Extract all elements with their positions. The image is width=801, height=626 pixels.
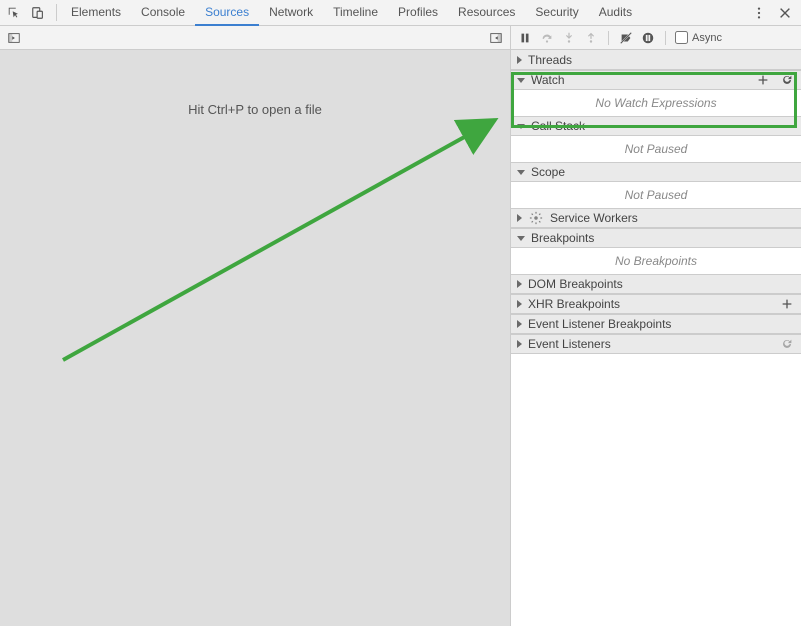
panel-event-listeners[interactable]: Event Listeners xyxy=(511,334,801,354)
status-text: Not Paused xyxy=(625,188,688,202)
panel-breakpoints-body: No Breakpoints xyxy=(511,248,801,274)
panel-threads[interactable]: Threads xyxy=(511,50,801,70)
tab-label: Elements xyxy=(71,5,121,19)
empty-text: No Watch Expressions xyxy=(595,96,716,110)
tab-timeline[interactable]: Timeline xyxy=(323,0,388,26)
panel-event-listener-breakpoints[interactable]: Event Listener Breakpoints xyxy=(511,314,801,334)
divider xyxy=(665,31,666,45)
sidebar-panels: Threads Watch No Watch Expressions Call … xyxy=(511,50,801,626)
editor-toolbar xyxy=(0,26,510,50)
tab-sources[interactable]: Sources xyxy=(195,0,259,26)
panel-service-workers[interactable]: Service Workers xyxy=(511,208,801,228)
expand-icon xyxy=(517,56,522,64)
inspect-element-icon[interactable] xyxy=(6,5,22,21)
panel-title: Call Stack xyxy=(531,119,795,133)
tab-security[interactable]: Security xyxy=(525,0,588,26)
pause-icon[interactable] xyxy=(517,30,533,46)
tab-label: Sources xyxy=(205,5,249,19)
tab-label: Timeline xyxy=(333,5,378,19)
expand-icon xyxy=(517,340,522,348)
panel-breakpoints[interactable]: Breakpoints xyxy=(511,228,801,248)
tab-label: Console xyxy=(141,5,185,19)
close-icon[interactable] xyxy=(777,5,793,21)
panel-dom-breakpoints[interactable]: DOM Breakpoints xyxy=(511,274,801,294)
device-mode-icon[interactable] xyxy=(30,5,46,21)
editor-body: Hit Ctrl+P to open a file xyxy=(0,50,510,626)
tab-label: Audits xyxy=(599,5,632,19)
async-label: Async xyxy=(692,32,722,44)
divider xyxy=(608,31,609,45)
panel-title: Watch xyxy=(531,73,749,87)
panel-watch-body: No Watch Expressions xyxy=(511,90,801,116)
empty-text: No Breakpoints xyxy=(615,254,697,268)
devtools-tabbar: Elements Console Sources Network Timelin… xyxy=(0,0,801,26)
tab-console[interactable]: Console xyxy=(131,0,195,26)
tab-audits[interactable]: Audits xyxy=(589,0,642,26)
divider xyxy=(56,4,57,21)
panel-scope[interactable]: Scope xyxy=(511,162,801,182)
add-watch-icon[interactable] xyxy=(755,72,771,88)
deactivate-breakpoints-icon[interactable] xyxy=(618,30,634,46)
expand-icon xyxy=(517,320,522,328)
open-file-hint: Hit Ctrl+P to open a file xyxy=(188,102,322,626)
pause-on-exceptions-icon[interactable] xyxy=(640,30,656,46)
expand-icon xyxy=(517,280,522,288)
tabbar-right-icons xyxy=(743,0,801,25)
refresh-watch-icon[interactable] xyxy=(779,72,795,88)
tab-label: Profiles xyxy=(398,5,438,19)
tab-resources[interactable]: Resources xyxy=(448,0,525,26)
status-text: Not Paused xyxy=(625,142,688,156)
panel-title: Event Listener Breakpoints xyxy=(528,317,795,331)
tab-label: Security xyxy=(535,5,578,19)
kebab-menu-icon[interactable] xyxy=(751,5,767,21)
collapse-icon xyxy=(517,124,525,129)
expand-icon xyxy=(517,300,522,308)
collapse-icon xyxy=(517,78,525,83)
panel-call-stack-body: Not Paused xyxy=(511,136,801,162)
panel-title: Scope xyxy=(531,165,795,179)
step-into-icon[interactable] xyxy=(561,30,577,46)
expand-icon xyxy=(517,214,522,222)
gear-icon xyxy=(528,210,544,226)
panel-title: Service Workers xyxy=(550,211,795,225)
panel-title: Threads xyxy=(528,53,795,67)
add-xhr-breakpoint-icon[interactable] xyxy=(779,296,795,312)
collapse-icon xyxy=(517,170,525,175)
step-over-icon[interactable] xyxy=(539,30,555,46)
panel-scope-body: Not Paused xyxy=(511,182,801,208)
tab-label: Network xyxy=(269,5,313,19)
panel-title: Event Listeners xyxy=(528,337,773,351)
collapse-icon xyxy=(517,236,525,241)
async-checkbox[interactable]: Async xyxy=(675,31,722,44)
show-debugger-icon[interactable] xyxy=(488,30,504,46)
refresh-event-listeners-icon[interactable] xyxy=(779,336,795,352)
editor-column: Hit Ctrl+P to open a file xyxy=(0,26,511,626)
tab-label: Resources xyxy=(458,5,515,19)
tab-elements[interactable]: Elements xyxy=(61,0,131,26)
debug-toolbar: Async xyxy=(511,26,801,50)
devtools-tabs: Elements Console Sources Network Timelin… xyxy=(61,0,642,25)
step-out-icon[interactable] xyxy=(583,30,599,46)
tab-network[interactable]: Network xyxy=(259,0,323,26)
tab-profiles[interactable]: Profiles xyxy=(388,0,448,26)
panel-call-stack[interactable]: Call Stack xyxy=(511,116,801,136)
panel-title: Breakpoints xyxy=(531,231,795,245)
panel-title: DOM Breakpoints xyxy=(528,277,795,291)
tabbar-left-icons xyxy=(0,0,52,25)
async-checkbox-input[interactable] xyxy=(675,31,688,44)
panel-xhr-breakpoints[interactable]: XHR Breakpoints xyxy=(511,294,801,314)
debugger-sidebar: Async Threads Watch No Watch Expressions xyxy=(511,26,801,626)
panel-title: XHR Breakpoints xyxy=(528,297,773,311)
show-navigator-icon[interactable] xyxy=(6,30,22,46)
panel-watch[interactable]: Watch xyxy=(511,70,801,90)
